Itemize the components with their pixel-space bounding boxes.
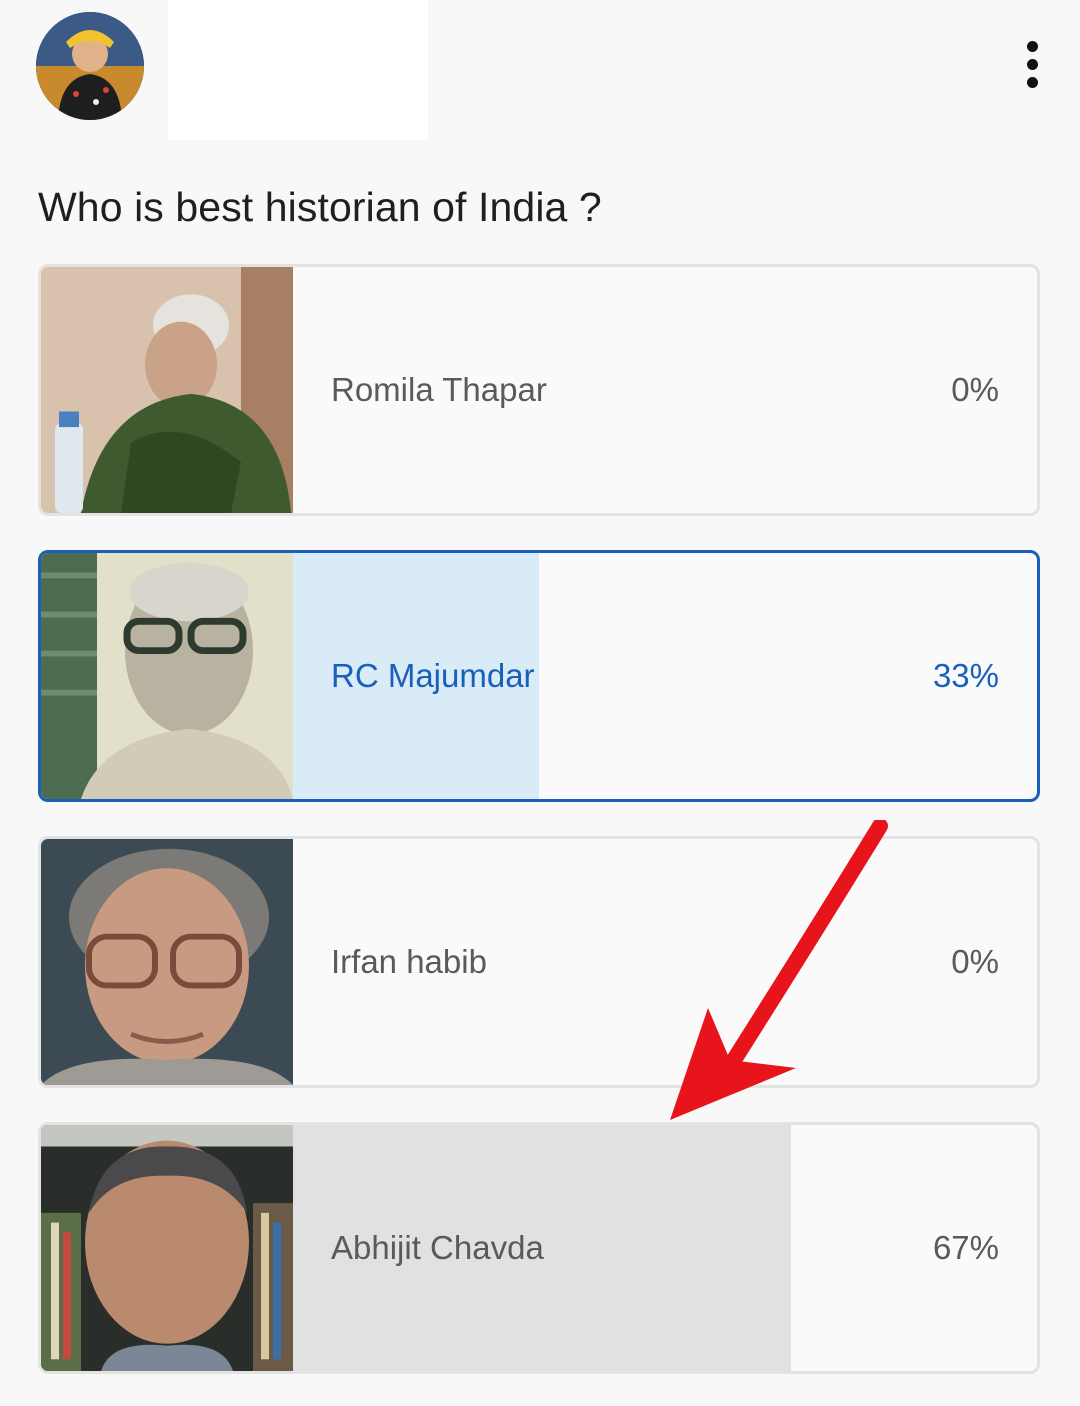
option-label: Romila Thapar [331,371,547,408]
avatar[interactable] [36,12,144,120]
more-options-button[interactable] [1010,34,1054,94]
option-percent: 33% [932,657,999,694]
more-vertical-icon [1026,40,1038,52]
poll-option-abhijit-chavda[interactable]: Abhijit Chavda 67% [38,1122,1040,1374]
redacted-username [168,0,428,140]
romila-thapar-photo [41,267,293,513]
option-percent: 67% [932,1229,999,1266]
poll-option-irfan-habib[interactable]: Irfan habib 0% [38,836,1040,1088]
option-percent: 0% [951,943,999,980]
irfan-habib-photo [41,839,293,1085]
rc-majumdar-photo [41,553,293,799]
option-label: Irfan habib [331,943,487,980]
abhijit-chavda-photo [41,1125,293,1371]
poll-question: Who is best historian of India ? [38,184,602,230]
poll-option-rc-majumdar[interactable]: RC Majumdar 33% [38,550,1040,802]
option-label: RC Majumdar [331,657,535,694]
user-avatar-icon [36,12,144,120]
option-label: Abhijit Chavda [331,1229,544,1266]
poll-option-romila-thapar[interactable]: Romila Thapar 0% [38,264,1040,516]
option-percent: 0% [951,371,999,408]
